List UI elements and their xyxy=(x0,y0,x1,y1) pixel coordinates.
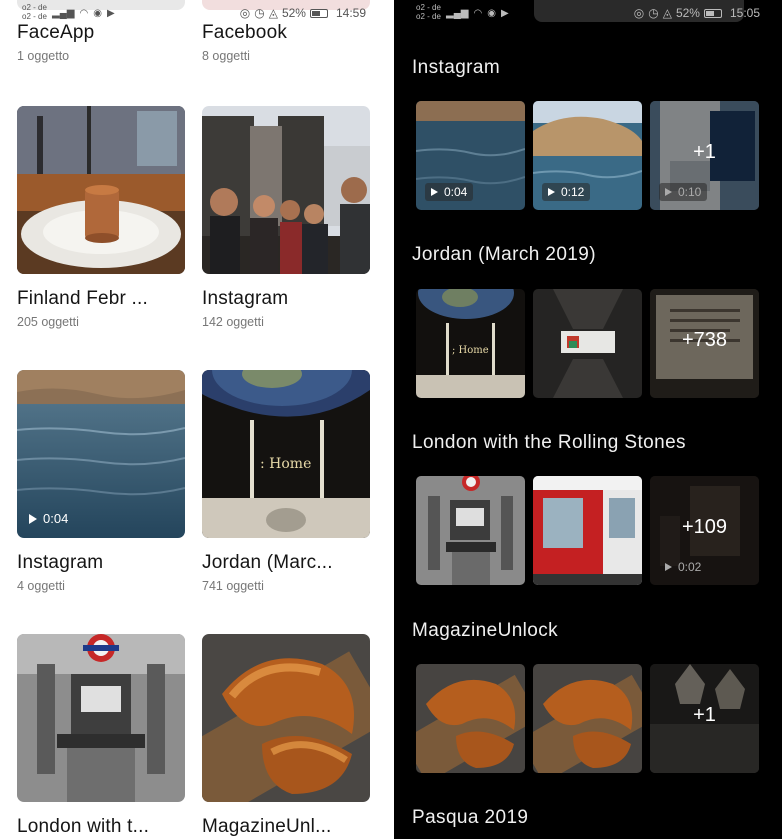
carrier-label: o2 - de o2 - de xyxy=(22,3,47,21)
section-tile-more[interactable]: +738 xyxy=(650,289,759,398)
section-title[interactable]: Pasqua 2019 xyxy=(412,807,528,829)
album-title: Instagram xyxy=(17,552,104,573)
signal-icons: ▂▄▆ ◠ ◉ ▶ xyxy=(446,8,509,19)
video-duration-badge: 0:04 xyxy=(425,183,474,201)
battery-percent: 52% xyxy=(675,6,700,20)
signal-icon: ▂▄▆ xyxy=(446,8,469,19)
album-list-panel-dark: o2 - de o2 - de ▂▄▆ ◠ ◉ ▶ ◎ ◷ ◬ 52% 15:05… xyxy=(394,0,782,839)
album-item[interactable]: Facebook 8 oggetti xyxy=(202,22,287,63)
section-tile-more[interactable]: +109 0:02 xyxy=(650,476,759,585)
section-tile[interactable]: 0:12 xyxy=(533,101,642,210)
album-title: FaceApp xyxy=(17,22,95,43)
mute-icon: ◬ xyxy=(662,6,672,20)
signal-icon: ▂▄▆ xyxy=(52,8,75,19)
album-thumbnail[interactable] xyxy=(202,106,370,274)
section-tile[interactable] xyxy=(533,289,642,398)
alarm-icon: ◷ xyxy=(648,6,659,20)
album-title: Finland Febr ... xyxy=(17,288,148,309)
section-tile[interactable] xyxy=(416,664,525,773)
section-tile[interactable]: ; Home xyxy=(416,289,525,398)
video-duration-badge: 0:02 xyxy=(659,558,707,576)
video-duration-badge: 0:12 xyxy=(542,183,591,201)
section-tile-more[interactable]: +1 xyxy=(650,664,759,773)
album-item[interactable]: 0:04 Instagram 4 oggetti xyxy=(17,370,185,593)
battery-icon xyxy=(309,8,328,18)
status-right: ◎ ◷ ◬ 52% 14:59 xyxy=(240,6,366,20)
section-title[interactable]: Instagram xyxy=(412,57,500,79)
messenger-icon: ◉ xyxy=(487,8,496,19)
album-item[interactable]: Instagram 142 oggetti xyxy=(202,106,370,329)
section-title[interactable]: MagazineUnlock xyxy=(412,620,558,642)
play-icon xyxy=(29,513,37,524)
album-count: 142 oggetti xyxy=(202,315,264,329)
clock: 15:05 xyxy=(729,6,760,20)
wifi-icon: ◠ xyxy=(473,8,483,19)
section-tile[interactable] xyxy=(416,476,525,585)
battery-icon xyxy=(703,8,722,18)
album-count: 205 oggetti xyxy=(17,315,79,329)
status-right: ◎ ◷ ◬ 52% 15:05 xyxy=(634,6,760,20)
flipboard-icon: ▶ xyxy=(500,8,509,19)
battery-percent: 52% xyxy=(281,6,306,20)
play-icon xyxy=(431,188,438,196)
svg-text:; Home: ; Home xyxy=(452,345,489,356)
section-title[interactable]: London with the Rolling Stones xyxy=(412,432,686,454)
section-tile[interactable] xyxy=(533,664,642,773)
play-icon xyxy=(665,563,672,571)
album-thumbnail[interactable]: 0:04 xyxy=(17,370,185,538)
mute-icon: ◬ xyxy=(268,6,278,20)
play-icon xyxy=(548,188,555,196)
album-title: Instagram xyxy=(202,288,289,309)
flipboard-icon: ▶ xyxy=(106,8,115,19)
video-duration-badge: 0:10 xyxy=(659,183,708,201)
clock: 14:59 xyxy=(335,6,366,20)
album-count: 4 oggetti xyxy=(17,579,65,593)
wifi-icon: ◠ xyxy=(79,8,89,19)
album-thumbnail[interactable] xyxy=(17,106,185,274)
album-thumbnail[interactable] xyxy=(202,634,370,802)
video-duration-badge: 0:04 xyxy=(29,511,68,526)
album-count: 741 oggetti xyxy=(202,579,264,593)
album-count: 8 oggetti xyxy=(202,49,250,63)
album-title: London with t... xyxy=(17,816,150,837)
section-tile[interactable] xyxy=(533,476,642,585)
section-title[interactable]: Jordan (March 2019) xyxy=(412,244,596,266)
signal-icons: ▂▄▆ ◠ ◉ ▶ xyxy=(52,8,115,19)
album-title: MagazineUnl... xyxy=(202,816,332,837)
eye-icon: ◎ xyxy=(633,6,645,20)
section-tile-more[interactable]: +1 0:10 xyxy=(650,101,759,210)
album-item[interactable]: Finland Febr ... 205 oggetti xyxy=(17,106,185,329)
play-icon xyxy=(665,188,672,196)
more-count: +1 xyxy=(693,141,716,163)
album-title: Jordan (Marc... xyxy=(202,552,333,573)
album-count: 1 oggetto xyxy=(17,49,70,63)
more-count: +109 xyxy=(681,516,728,538)
album-item[interactable]: MagazineUnl... xyxy=(202,634,370,838)
album-item[interactable]: : Home Jordan (Marc... 741 oggetti xyxy=(202,370,370,593)
album-item[interactable]: London with t... xyxy=(17,634,185,838)
album-thumbnail[interactable]: : Home xyxy=(202,370,370,538)
thumbnail-home-text: : Home xyxy=(260,456,311,472)
section-tile[interactable]: 0:04 xyxy=(416,101,525,210)
album-grid-panel-light: o2 - de o2 - de ▂▄▆ ◠ ◉ ▶ ◎ ◷ ◬ 52% 14:59… xyxy=(0,0,388,839)
status-bar: o2 - de o2 - de ▂▄▆ ◠ ◉ ▶ ◎ ◷ ◬ 52% 15:05 xyxy=(394,0,782,26)
eye-icon: ◎ xyxy=(239,6,251,20)
more-count: +1 xyxy=(693,704,716,726)
alarm-icon: ◷ xyxy=(254,6,265,20)
more-count: +738 xyxy=(681,329,728,351)
album-title: Facebook xyxy=(202,22,288,43)
album-item[interactable]: FaceApp 1 oggetto xyxy=(17,22,94,63)
album-thumbnail[interactable] xyxy=(17,634,185,802)
messenger-icon: ◉ xyxy=(93,8,102,19)
carrier-label: o2 - de o2 - de xyxy=(416,3,441,21)
